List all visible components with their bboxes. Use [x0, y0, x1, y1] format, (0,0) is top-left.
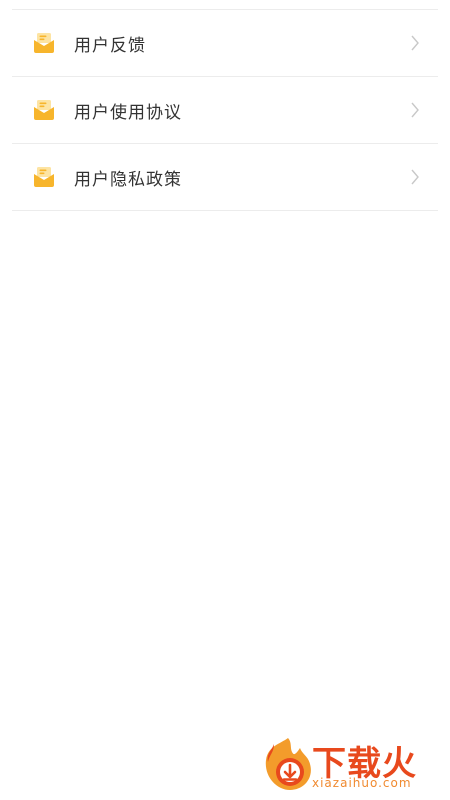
menu-item-feedback[interactable]: 用户反馈 — [12, 10, 438, 77]
watermark-url: xiazaihuo.com — [312, 776, 412, 790]
screen: 用户反馈 用户使用协议 用户隐私政策 下载火 xiazaihuo.com — [0, 0, 450, 800]
flame-logo-icon — [265, 738, 311, 790]
menu-item-privacy-policy[interactable]: 用户隐私政策 — [12, 144, 438, 211]
watermark: 下载火 xiazaihuo.com — [260, 734, 442, 794]
mail-icon — [34, 100, 54, 120]
menu-item-label: 用户反馈 — [74, 35, 146, 56]
chevron-right-icon — [411, 35, 419, 51]
menu-item-label: 用户隐私政策 — [74, 169, 182, 190]
menu-item-label: 用户使用协议 — [74, 102, 182, 123]
menu-list: 用户反馈 用户使用协议 用户隐私政策 — [12, 10, 438, 211]
mail-icon — [34, 33, 54, 53]
menu-item-user-agreement[interactable]: 用户使用协议 — [12, 77, 438, 144]
chevron-right-icon — [411, 169, 419, 185]
chevron-right-icon — [411, 102, 419, 118]
mail-icon — [34, 167, 54, 187]
